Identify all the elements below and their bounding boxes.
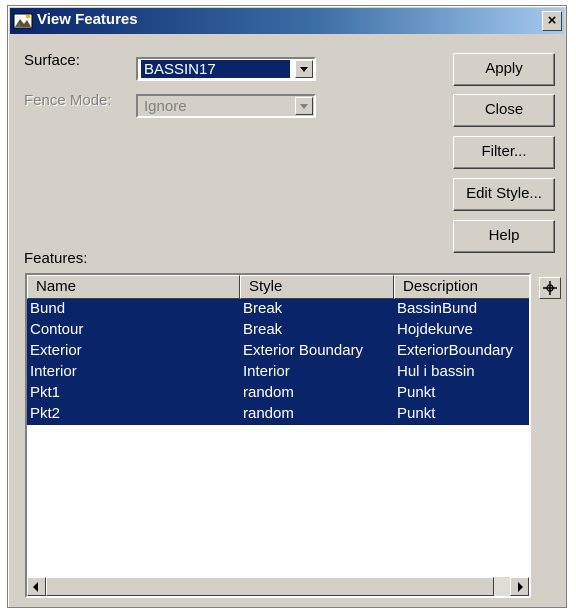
horizontal-scrollbar[interactable] xyxy=(27,577,529,596)
feature-name: Interior xyxy=(30,363,77,380)
feature-style: Break xyxy=(243,300,283,317)
table-row[interactable]: Interior Interior Hul i bassin xyxy=(27,362,529,383)
feature-name: Pkt2 xyxy=(30,405,61,422)
feature-name: Contour xyxy=(30,321,84,338)
feature-description: Hul i bassin xyxy=(397,363,475,380)
surface-value: BASSIN17 xyxy=(141,60,290,78)
table-row[interactable]: Exterior Exterior Boundary ExteriorBound… xyxy=(27,341,529,362)
fence-mode-value: Ignore xyxy=(144,98,187,115)
features-label: Features: xyxy=(24,250,88,267)
feature-style: Break xyxy=(243,321,283,338)
scroll-right-icon[interactable] xyxy=(510,577,529,596)
chevron-down-icon[interactable] xyxy=(295,97,313,115)
crosshair-icon xyxy=(543,281,557,295)
fence-mode-combo[interactable]: Ignore xyxy=(136,94,316,118)
column-header-description[interactable]: Description xyxy=(394,275,529,299)
fence-mode-label: Fence Mode: xyxy=(24,92,112,109)
feature-style: Exterior Boundary xyxy=(243,342,364,359)
view-features-icon xyxy=(13,13,33,29)
window-title: View Features xyxy=(37,11,138,28)
feature-style: Interior xyxy=(243,363,290,380)
crosshair-button[interactable] xyxy=(539,277,561,299)
surface-label: Surface: xyxy=(24,52,80,69)
feature-name: Exterior xyxy=(30,342,82,359)
feature-name: Bund xyxy=(30,300,66,317)
column-header-name[interactable]: Name xyxy=(27,275,240,299)
table-row[interactable]: Bund Break BassinBund xyxy=(27,299,529,320)
feature-description: Punkt xyxy=(397,405,436,422)
feature-description: BassinBund xyxy=(397,300,478,317)
title-bar[interactable]: View Features × xyxy=(10,8,564,34)
close-icon[interactable]: × xyxy=(542,11,562,31)
scroll-left-icon[interactable] xyxy=(27,577,46,596)
surface-combo[interactable]: BASSIN17 xyxy=(136,57,316,81)
view-features-dialog: View Features × Surface: BASSIN17 Fence … xyxy=(7,5,567,608)
table-row[interactable]: Pkt1 random Punkt xyxy=(27,383,529,404)
edit-style-button[interactable]: Edit Style... xyxy=(453,178,555,211)
close-button[interactable]: Close xyxy=(453,94,555,127)
filter-button[interactable]: Filter... xyxy=(453,136,555,169)
feature-description: Punkt xyxy=(397,384,436,401)
help-button[interactable]: Help xyxy=(453,220,555,253)
feature-style: random xyxy=(243,405,294,422)
column-header-style[interactable]: Style xyxy=(240,275,394,299)
scroll-thumb[interactable] xyxy=(46,577,494,596)
table-row[interactable]: Pkt2 random Punkt xyxy=(27,404,529,425)
apply-button[interactable]: Apply xyxy=(453,53,555,86)
feature-description: Hojdekurve xyxy=(397,321,473,338)
feature-style: random xyxy=(243,384,294,401)
features-list[interactable]: Name Style Description Bund Break Bassin… xyxy=(25,273,531,598)
feature-name: Pkt1 xyxy=(30,384,61,401)
chevron-down-icon[interactable] xyxy=(295,60,313,78)
feature-description: ExteriorBoundary xyxy=(397,342,513,359)
table-row[interactable]: Contour Break Hojdekurve xyxy=(27,320,529,341)
